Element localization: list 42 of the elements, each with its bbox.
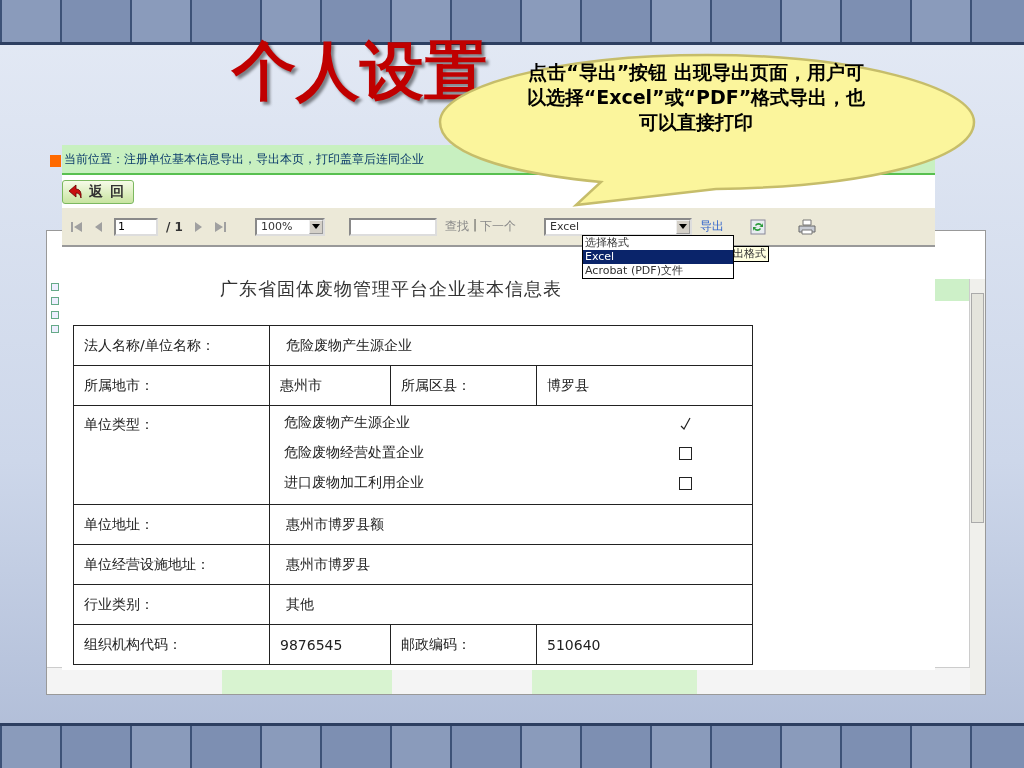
table-cell: 单位类型： bbox=[73, 405, 270, 505]
first-page-icon[interactable] bbox=[70, 220, 84, 233]
format-option[interactable]: Excel bbox=[583, 250, 733, 264]
print-icon[interactable] bbox=[797, 218, 816, 235]
return-arrow-icon bbox=[67, 183, 83, 200]
last-page-icon[interactable] bbox=[212, 220, 227, 233]
table-cell: 其他 bbox=[269, 584, 753, 625]
format-option[interactable]: 选择格式 bbox=[583, 236, 733, 250]
separator: | bbox=[472, 218, 477, 234]
type-label: 危险废物产生源企业 bbox=[284, 414, 410, 432]
format-select[interactable]: Excel bbox=[543, 217, 692, 236]
callout-text: 点击“导出”按钮 出现导出页面，用户可以选择“Excel”或“PDF”格式导出，也可以直接打印 bbox=[526, 60, 866, 135]
page-total: / 1 bbox=[166, 219, 183, 234]
bullet-icon bbox=[50, 155, 61, 167]
type-label: 进口废物加工利用企业 bbox=[284, 474, 424, 492]
table-cell: 危险废物产生源企业 bbox=[269, 325, 753, 366]
table-cell: 9876545 bbox=[269, 624, 391, 665]
table-cell: 行业类别： bbox=[73, 584, 270, 625]
back-button[interactable]: 返 回 bbox=[62, 179, 134, 204]
table-cell: 惠州市博罗县额 bbox=[269, 504, 753, 545]
table-cell: 所属区县： bbox=[390, 365, 537, 406]
table-cell: 博罗县 bbox=[536, 365, 753, 406]
table-cell: 惠州市博罗县 bbox=[269, 544, 753, 585]
table-cell: 邮政编码： bbox=[390, 624, 537, 665]
zoom-select[interactable]: 100% bbox=[254, 217, 325, 236]
table-cell: 510640 bbox=[536, 624, 753, 665]
table-cell: 惠州市 bbox=[269, 365, 391, 406]
page-field[interactable]: 1 bbox=[114, 217, 158, 236]
format-option[interactable]: Acrobat (PDF)文件 bbox=[583, 264, 733, 278]
export-link[interactable]: 导出 bbox=[699, 218, 724, 235]
search-field[interactable] bbox=[348, 217, 437, 236]
breadcrumb-text: 当前位置：注册单位基本信息导出，导出本页，打印盖章后连同企业 bbox=[64, 150, 424, 168]
scrollbar[interactable] bbox=[969, 279, 985, 694]
table-cell: 法人名称/单位名称： bbox=[73, 325, 270, 366]
table-cell: 组织机构代码： bbox=[73, 624, 270, 665]
table-cell: 单位经营设施地址： bbox=[73, 544, 270, 585]
collapse-icon[interactable] bbox=[51, 325, 59, 333]
report-title: 广东省固体废物管理平台企业基本信息表 bbox=[220, 277, 563, 301]
type-label: 危险废物经营处置企业 bbox=[284, 444, 424, 462]
table-cell: 单位地址： bbox=[73, 504, 270, 545]
refresh-icon[interactable] bbox=[749, 218, 766, 235]
table-cell: 所属地市： bbox=[73, 365, 270, 406]
